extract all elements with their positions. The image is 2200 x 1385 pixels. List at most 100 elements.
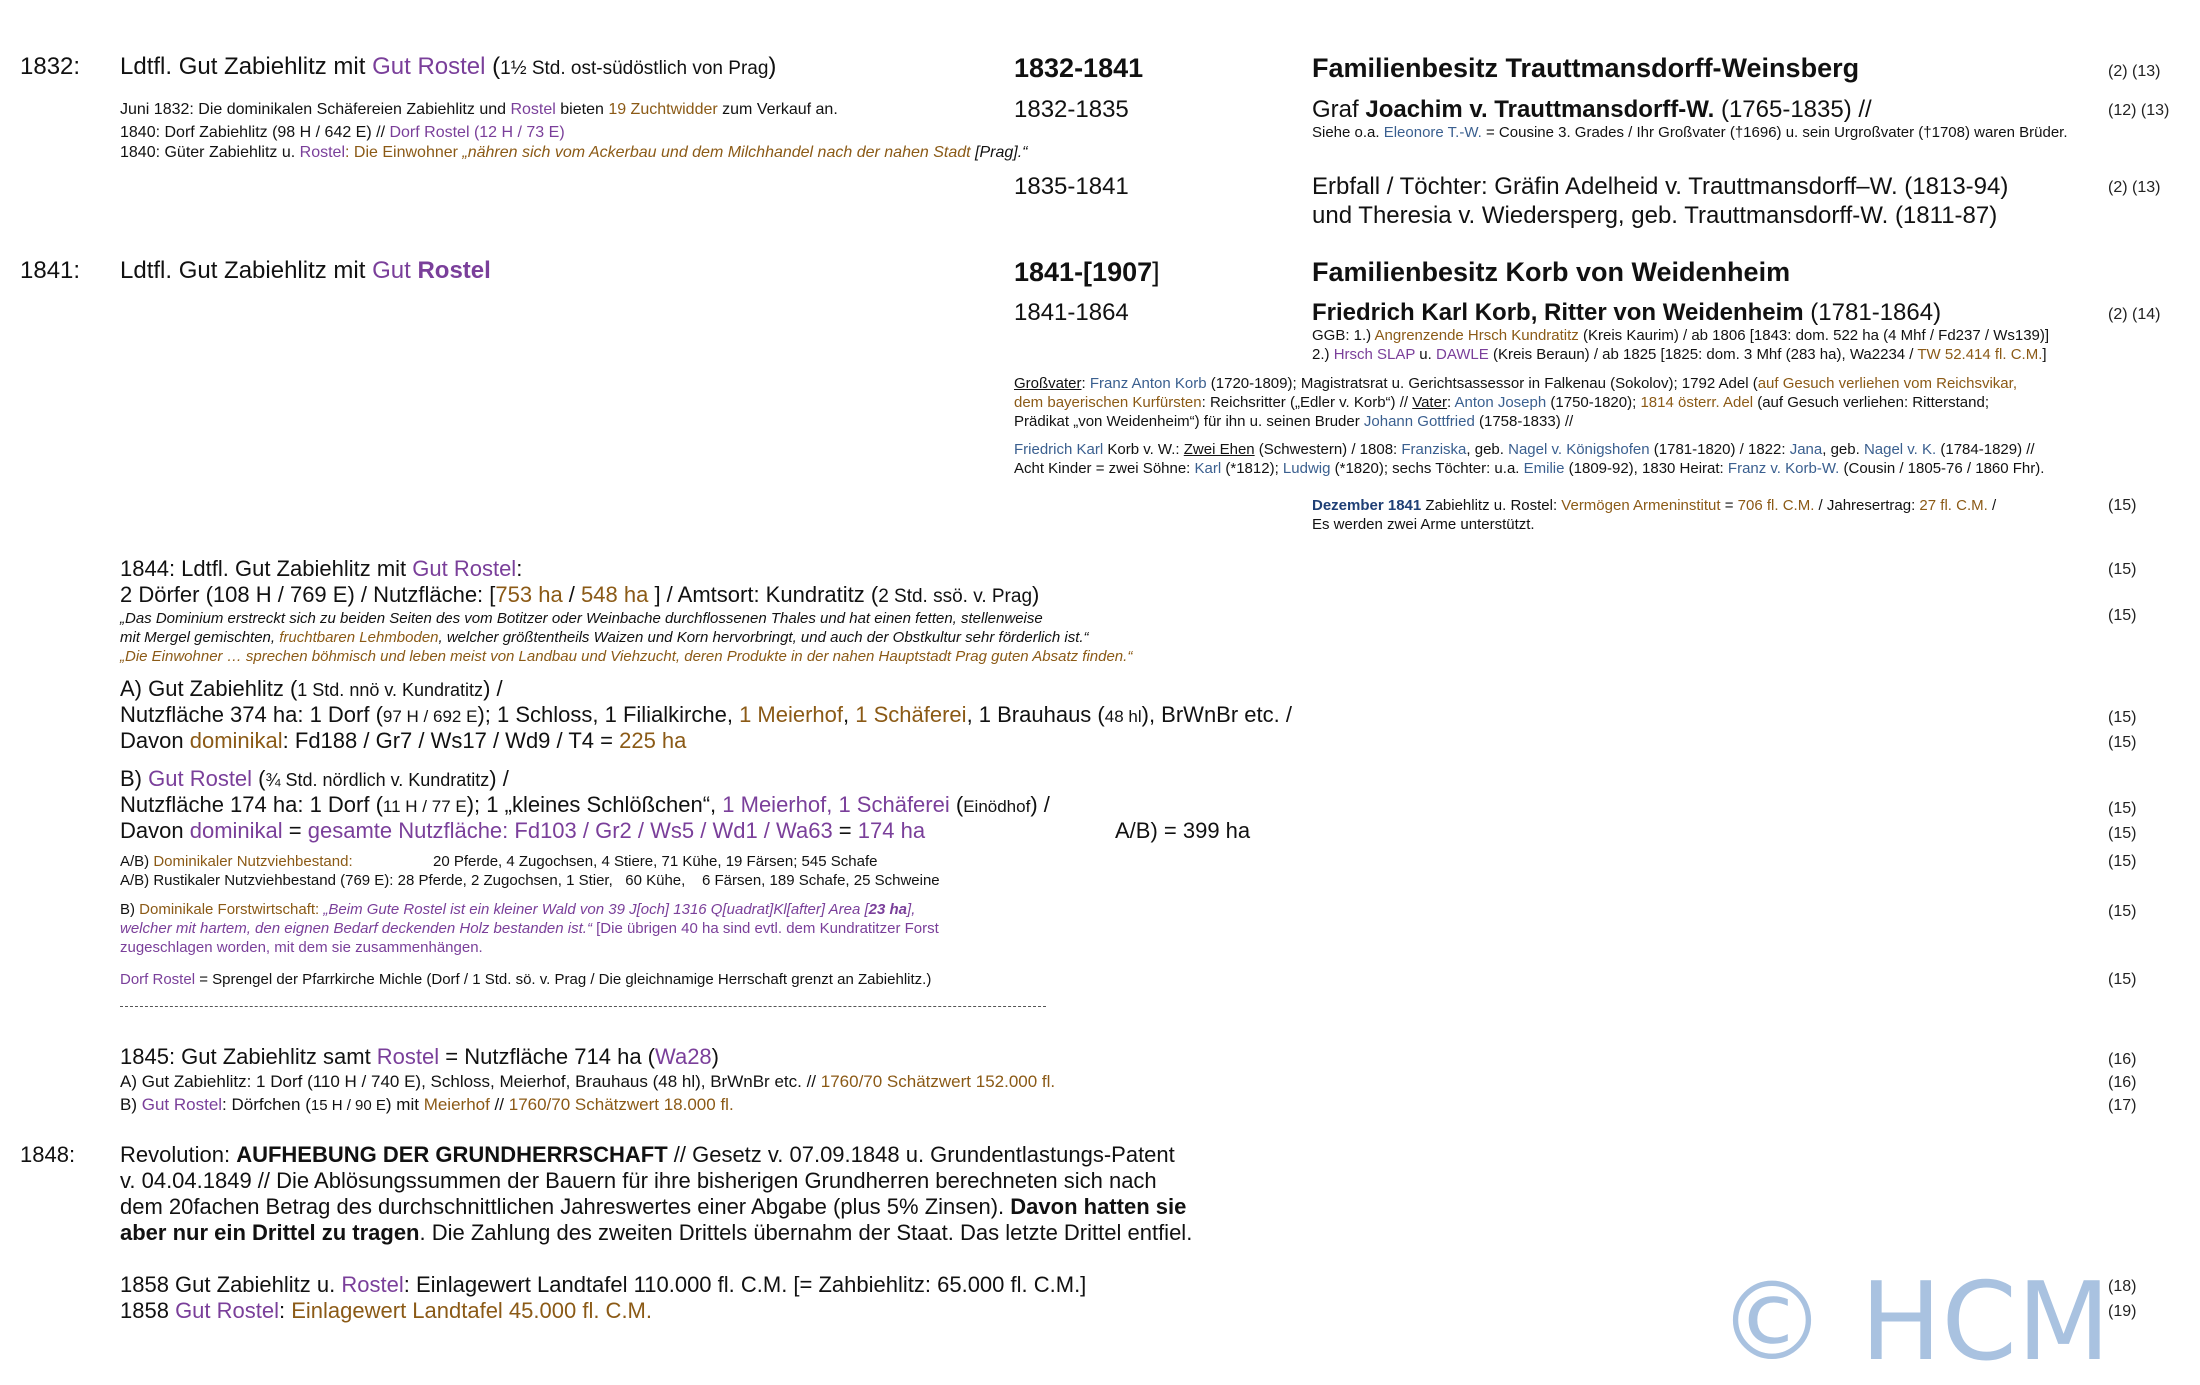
- ref: (15): [2108, 825, 2137, 842]
- year-1832: 1832:: [20, 53, 81, 80]
- text: (1809-92), 1830 Heirat:: [1564, 460, 1728, 477]
- note-1840-inhabitants: 1840: Güter Zabiehlitz u. Rostel: Die Ei…: [120, 143, 1027, 163]
- owner-daughters-1: Erbfall / Töchter: Gräfin Adelheid v. Tr…: [1312, 173, 2009, 200]
- section-b-dominikal: Davon dominikal = gesamte Nutzfläche: Fd…: [120, 818, 925, 844]
- revolution-line-1: Revolution: AUFHEBUNG DER GRUNDHERRSCHAF…: [120, 1142, 1175, 1168]
- text: ] / Amtsort: Kundratitz (: [648, 582, 879, 607]
- text: , geb.: [1822, 441, 1864, 458]
- revolution-line-2: v. 04.04.1849 // Die Ablösungssummen der…: [120, 1168, 1157, 1193]
- text: ): [768, 53, 777, 80]
- text: 11 H / 77 E: [382, 797, 467, 816]
- text: Ldtfl. Gut Zabiehlitz mit: [120, 53, 373, 80]
- text: Gut Rostel: [148, 766, 253, 791]
- period-1832-1841: 1832-1841: [1014, 53, 1144, 83]
- text: Ldtfl. Gut Zabiehlitz mit: [120, 257, 373, 284]
- text: Rostel: [376, 1044, 440, 1069]
- dezember-1841-line-1: Dezember 1841 Zabiehlitz u. Rostel: Verm…: [1312, 496, 1996, 515]
- ref: (15): [2108, 497, 2137, 514]
- text: Franz Anton Korb: [1089, 375, 1207, 392]
- text: 225 ha: [619, 728, 687, 753]
- text: Siehe o.a.: [1312, 124, 1384, 141]
- text: . Die Zahlung des zweiten Drittels übern…: [419, 1220, 1193, 1245]
- section-a-usage: Nutzfläche 374 ha: 1 Dorf (97 H / 692 E)…: [120, 702, 1292, 730]
- text: Wa28: [655, 1044, 712, 1069]
- text: B): [120, 766, 149, 791]
- text: 1814 österr. Adel: [1640, 394, 1754, 411]
- text: Rostel: [299, 144, 346, 161]
- text: // Gesetz v. 07.09.1848 u. Grundentlastu…: [667, 1142, 1175, 1167]
- text: Nutzfläche 174 ha: 1 Dorf (: [120, 792, 383, 817]
- text: , geb.: [1466, 441, 1509, 458]
- text: (*1812);: [1221, 460, 1283, 477]
- text: Gut Rostel: [175, 1298, 279, 1323]
- text: 1840: Güter Zabiehlitz u.: [120, 144, 300, 161]
- heading-1841: Ldtfl. Gut Zabiehlitz mit Gut Rostel: [120, 256, 491, 285]
- text: (1765-1835) //: [1714, 96, 1872, 123]
- text: A) Gut Zabiehlitz (: [120, 676, 298, 701]
- text: Johann Gottfried: [1363, 413, 1475, 430]
- text: , welcher größtentheils Waizen und Korn …: [438, 629, 1089, 646]
- text: Meierhof: [423, 1095, 490, 1114]
- grossvater-line-3: Prädikat „von Weidenheim“) für ihn u. se…: [1014, 412, 1573, 431]
- section-b-usage: Nutzfläche 174 ha: 1 Dorf (11 H / 77 E);…: [120, 792, 1050, 820]
- ref: (2) (13): [2108, 63, 2161, 80]
- text: / Jahresertrag:: [1814, 497, 1920, 514]
- ref: (15): [2108, 709, 2137, 726]
- text: (: [252, 766, 266, 791]
- text: 1 Schäferei: [838, 792, 950, 817]
- text: [Die übrigen 40 ha sind evtl. dem Kundra…: [591, 920, 939, 937]
- text: dem 20fachen Betrag des durchschnittlich…: [120, 1194, 1011, 1219]
- quote-dominium-2: mit Mergel gemischten, fruchtbaren Lehmb…: [120, 628, 1089, 647]
- dezember-1841-line-2: Es werden zwei Arme unterstützt.: [1312, 516, 1535, 533]
- text: Nutzfläche 374 ha: 1 Dorf (: [120, 702, 383, 727]
- text: 174 ha: [857, 818, 926, 843]
- hcm-watermark: © HCM: [1718, 1260, 2111, 1385]
- text: 1 Meierhof: [739, 702, 844, 727]
- text: (: [485, 53, 501, 80]
- heading-1845: 1845: Gut Zabiehlitz samt Rostel = Nutzf…: [120, 1044, 719, 1070]
- text: Rostel: [341, 1272, 404, 1297]
- text: =: [1720, 497, 1738, 514]
- text: welcher mit hartem, den eignen Bedarf de…: [120, 920, 592, 937]
- section-b-heading: B) Gut Rostel (¾ Std. nördlich v. Kundra…: [120, 766, 509, 793]
- text: Franziska: [1401, 441, 1467, 458]
- text: GGB: 1.): [1312, 327, 1375, 344]
- text: 15 H / 90 E: [310, 1097, 386, 1114]
- ref: (15): [2108, 607, 2137, 624]
- text: Rostel: [417, 257, 491, 284]
- ggb-line-2: 2.) Hrsch SLAP u. DAWLE (Kreis Beraun) /…: [1312, 345, 2047, 364]
- friedrich-karl-line-2: Acht Kinder = zwei Söhne: Karl (*1812); …: [1014, 459, 2044, 478]
- text: 2 Dörfer (108 H / 769 E) / Nutzfläche: [: [120, 582, 496, 607]
- ref: (2) (14): [2108, 306, 2161, 323]
- zabiehlitz-1845: A) Gut Zabiehlitz: 1 Dorf (110 H / 740 E…: [120, 1072, 1055, 1092]
- period-1841-1907: 1841-[1907]: [1014, 256, 1160, 288]
- text: Anton Joseph: [1454, 394, 1547, 411]
- heading-1832: Ldtfl. Gut Zabiehlitz mit Gut Rostel (1½…: [120, 52, 776, 83]
- text: ]: [1152, 257, 1160, 287]
- text: „nähren sich vom Ackerbau und dem Milchh…: [462, 144, 971, 161]
- text: =: [282, 818, 308, 843]
- text: Dezember 1841: [1312, 497, 1422, 514]
- ref: (16): [2108, 1051, 2137, 1068]
- dashed-divider: [120, 1006, 1046, 1007]
- text: 2 Std. ssö. v. Prag: [878, 586, 1033, 607]
- text: (1784-1829) //: [1936, 441, 2035, 458]
- text: (: [949, 792, 964, 817]
- text: A) Gut Zabiehlitz: 1 Dorf (110 H / 740 E…: [120, 1072, 821, 1091]
- text: : Fd188 / Gr7 / Ws17 / Wd9 / T4 =: [282, 728, 620, 753]
- text: 1760/70 Schätzwert 18.000 fl.: [508, 1095, 734, 1114]
- text: ), BrWnBr etc. /: [1141, 702, 1292, 727]
- text: Zwei Ehen: [1183, 441, 1255, 458]
- text: : Die Einwohner: [345, 144, 463, 161]
- text: Emilie: [1523, 460, 1565, 477]
- text: Friedrich Karl: [1014, 441, 1104, 458]
- heading-1844: 1844: Ldtfl. Gut Zabiehlitz mit Gut Rost…: [120, 556, 522, 582]
- text: (auf Gesuch verliehen: Ritterstand;: [1753, 394, 1989, 411]
- text: (1750-1820);: [1546, 394, 1641, 411]
- text-rostel: Gut Rostel: [372, 53, 486, 80]
- text: Eleonore T.-W.: [1383, 124, 1482, 141]
- forestry-line-2: welcher mit hartem, den eignen Bedarf de…: [120, 919, 939, 938]
- text: B): [120, 901, 140, 918]
- text: 706 fl. C.M.: [1737, 497, 1815, 514]
- section-a-heading: A) Gut Zabiehlitz (1 Std. nnö v. Kundrat…: [120, 676, 503, 703]
